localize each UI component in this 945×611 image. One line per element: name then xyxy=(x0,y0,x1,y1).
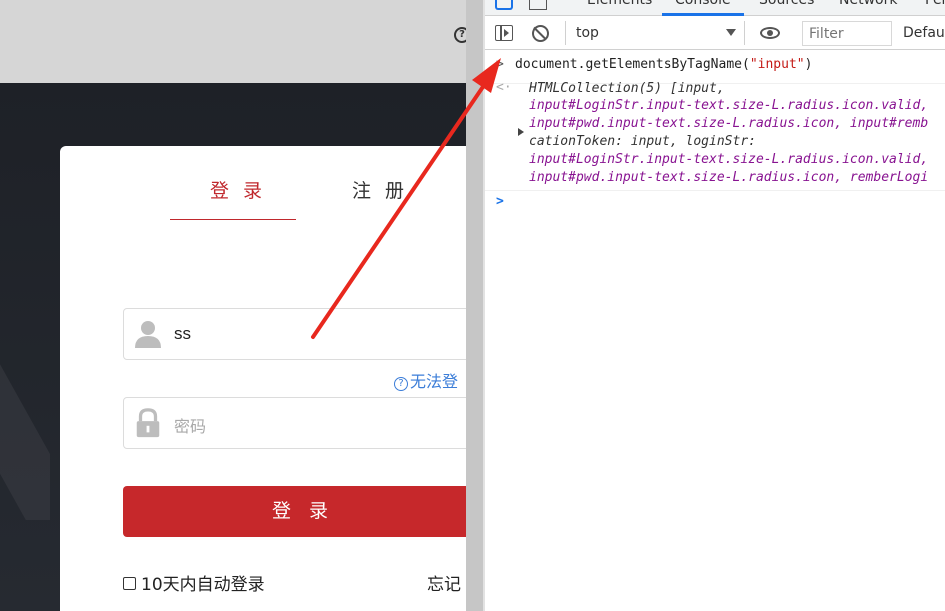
console-input-entry: > document.getElementsByTagName("input") xyxy=(485,57,945,77)
cannot-login-label: 无法登 xyxy=(410,372,459,391)
command-argument: "input" xyxy=(749,57,805,72)
page-scrollbar[interactable] xyxy=(466,0,483,611)
prompt-chevron-icon: > xyxy=(496,194,504,209)
filter-input[interactable] xyxy=(802,21,892,46)
lock-icon xyxy=(136,408,160,438)
tab-sources[interactable]: Sources xyxy=(759,0,814,8)
username-field[interactable]: ss xyxy=(123,308,466,360)
login-card: 登 录 注 册 ss ? 无法登 密码 登 录 10天内自动登录 忘记 xyxy=(60,146,466,611)
forgot-password-link[interactable]: 忘记 xyxy=(427,570,461,595)
context-value: top xyxy=(576,25,599,41)
console-output: > document.getElementsByTagName("input")… xyxy=(485,51,945,611)
result-arrow-icon: <· xyxy=(496,80,512,95)
help-icon[interactable]: ? xyxy=(454,27,466,43)
user-icon xyxy=(135,321,161,348)
page-viewport: ? 登 录 注 册 ss ? 无法登 密码 登 录 10天内自动登录 忘记 xyxy=(0,0,466,611)
tab-network[interactable]: Network xyxy=(839,0,897,8)
tab-elements[interactable]: Elements xyxy=(587,0,652,8)
chevron-down-icon xyxy=(726,29,736,36)
username-value: ss xyxy=(174,324,191,343)
live-expression-eye-icon[interactable] xyxy=(760,27,780,39)
active-tab-indicator xyxy=(662,13,744,16)
result-line: cationToken: input, loginStr: xyxy=(529,134,756,149)
tab-performance[interactable]: Per xyxy=(925,0,945,8)
inspect-element-icon[interactable] xyxy=(495,0,513,10)
input-prompt-icon: > xyxy=(496,57,504,72)
password-field[interactable]: 密码 xyxy=(123,397,466,449)
device-toolbar-icon[interactable] xyxy=(529,0,547,10)
result-line: input#pwd.input-text.size-L.radius.icon,… xyxy=(529,116,929,131)
console-result-entry: <· HTMLCollection(5) [input, input#Login… xyxy=(485,80,945,191)
question-icon: ? xyxy=(394,377,408,391)
tab-console[interactable]: Console xyxy=(675,0,731,8)
result-line: input#LoginStr.input-text.size-L.radius.… xyxy=(529,98,929,113)
auto-login-label: 10天内自动登录 xyxy=(141,575,265,595)
show-sidebar-icon[interactable] xyxy=(495,25,513,41)
expand-triangle-icon[interactable] xyxy=(518,128,524,136)
console-command: document.getElementsByTagName("input") xyxy=(515,57,812,72)
result-line: input#LoginStr.input-text.size-L.radius.… xyxy=(529,152,929,167)
command-close: ) xyxy=(804,57,813,72)
active-tab-underline xyxy=(170,219,296,220)
tab-login[interactable]: 登 录 xyxy=(210,176,266,203)
cannot-login-link[interactable]: ? 无法登 xyxy=(394,368,458,392)
tab-register[interactable]: 注 册 xyxy=(352,176,408,203)
auto-login-checkbox[interactable] xyxy=(123,577,136,590)
result-line: HTMLCollection(5) [input, xyxy=(529,81,725,96)
result-line: input#pwd.input-text.size-L.radius.icon,… xyxy=(529,170,929,185)
auto-login-option[interactable]: 10天内自动登录 xyxy=(123,570,265,595)
page-header-band xyxy=(0,0,466,83)
password-placeholder: 密码 xyxy=(174,419,207,436)
devtools-tabbar: Elements Console Sources Network Per xyxy=(485,0,945,16)
login-button[interactable]: 登 录 xyxy=(123,486,466,537)
clear-console-icon[interactable] xyxy=(532,25,549,42)
console-toolbar: top Defaul xyxy=(485,17,945,50)
context-selector[interactable]: top xyxy=(565,21,745,45)
console-prompt[interactable]: > xyxy=(485,194,945,214)
devtools-panel: Elements Console Sources Network Per top… xyxy=(485,0,945,611)
log-levels-dropdown[interactable]: Defaul xyxy=(903,25,945,41)
command-text: document.getElementsByTagName( xyxy=(515,57,750,72)
